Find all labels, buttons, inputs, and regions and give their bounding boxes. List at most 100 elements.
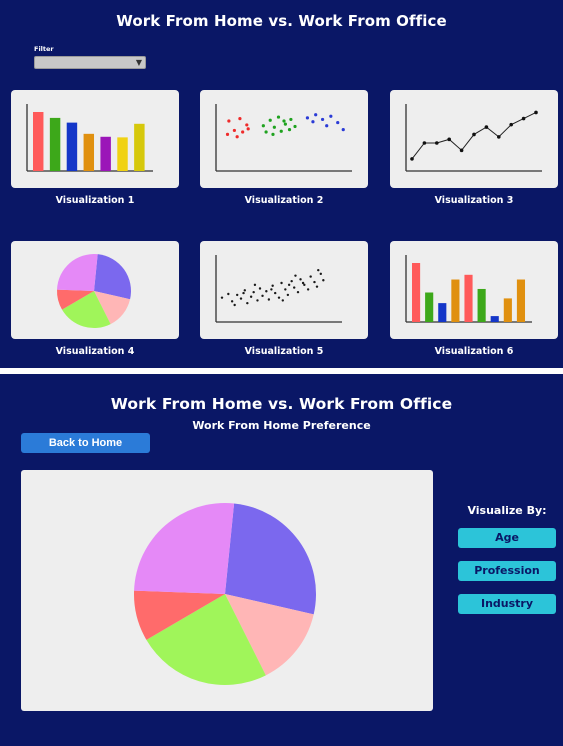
point [322,279,325,282]
point [319,272,322,276]
visualization-6-chart [405,255,532,323]
visualization-label-1[interactable]: Visualization 1 [11,195,179,206]
point [271,284,274,287]
visualization-card-3[interactable] [390,90,558,188]
bar [66,122,78,171]
bar [464,274,473,322]
point [311,120,315,124]
visualization-1-chart [26,104,153,172]
point [243,289,246,292]
line-point [509,122,513,127]
home-panel: Work From Home vs. Work From Office Filt… [0,0,563,368]
point [301,281,305,285]
point [252,290,255,294]
visualization-card-5[interactable] [200,241,368,339]
point [305,116,310,120]
point [241,130,245,134]
bar [425,292,434,322]
visualize-by-label: Visualize By: [467,504,547,517]
detail-title: Work From Home vs. Work From Office [110,395,453,413]
point [272,125,276,129]
point [236,293,239,297]
line-point [459,148,464,153]
point [220,296,224,299]
point [287,128,292,132]
point [306,288,310,291]
point [270,288,273,291]
line-point [435,141,439,145]
visualization-label-3[interactable]: Visualization 3 [390,195,558,206]
line-point [422,141,427,145]
point [329,114,333,118]
visualization-card-1[interactable] [11,90,179,188]
point [267,298,271,301]
point [258,287,262,290]
point [309,275,312,278]
point [281,299,284,302]
visualization-label-5[interactable]: Visualization 5 [200,346,368,357]
point [253,283,257,287]
visualize-by-profession-button[interactable]: Profession [458,561,556,581]
point [225,132,230,136]
point [265,290,268,293]
visualization-label-4[interactable]: Visualization 4 [11,346,179,357]
bar [100,136,111,171]
bar [49,117,61,171]
line-point [521,116,526,121]
pie-slice [57,254,98,291]
point [239,297,243,300]
bar [117,137,128,171]
detail-subtitle: Work From Home Preference [192,419,371,432]
point [313,280,316,284]
back-to-home-button[interactable]: Back to Home [21,433,150,453]
point [299,278,302,281]
bar [438,303,447,322]
line-point [484,125,489,129]
bar [83,133,95,171]
point [325,124,329,128]
bar [134,123,145,171]
visualize-by-industry-button[interactable]: Industry [458,594,556,614]
point [317,268,320,272]
visualization-card-6[interactable] [390,241,558,339]
point [293,124,297,129]
detail-panel: Work From Home vs. Work From Office Work… [0,374,563,746]
filter-select[interactable]: ▼ [34,56,146,69]
line-point [497,135,501,139]
point [280,281,283,285]
point [314,113,318,117]
visualization-card-4[interactable] [11,241,179,339]
visualization-3-chart [405,104,542,172]
point [238,117,242,121]
bar [477,288,486,322]
visualization-label-2[interactable]: Visualization 2 [200,195,368,206]
point [320,117,325,122]
bar [503,298,512,322]
visualize-by-age-button[interactable]: Age [458,528,556,548]
filter-label: Filter [34,45,54,53]
point [232,128,236,133]
line-point [447,137,451,142]
point [296,290,300,294]
point [249,295,253,298]
point [245,123,249,127]
point [264,130,268,134]
point [235,135,239,139]
preference-pie-chart [134,503,316,685]
point [336,120,340,125]
line-point [410,157,414,161]
point [274,291,277,295]
point [271,132,275,136]
point [246,301,249,305]
visualization-4-chart [57,254,131,328]
bar [516,279,526,322]
bar [451,279,460,322]
visualization-card-2[interactable] [200,90,368,188]
point [284,288,287,291]
point [289,117,293,122]
line-point [534,110,538,115]
visualization-label-6[interactable]: Visualization 6 [390,346,558,357]
point [230,300,234,303]
point [315,285,319,288]
point [276,115,281,119]
